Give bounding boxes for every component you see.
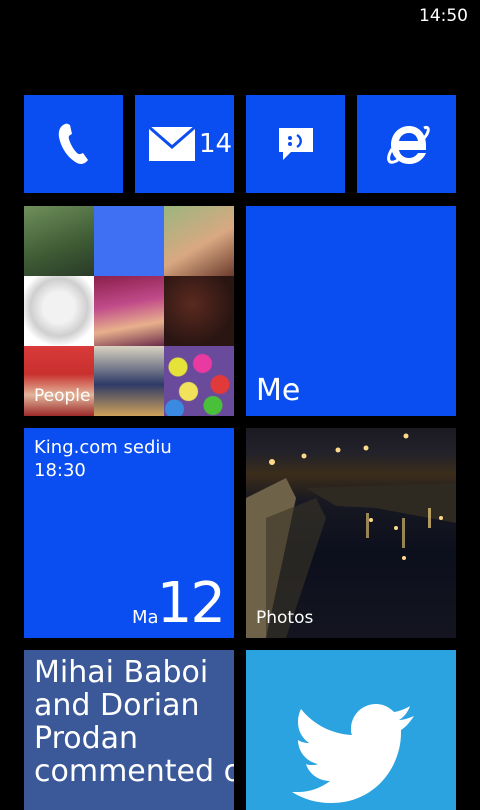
me-tile[interactable]: Me — [246, 206, 456, 416]
contact-photo — [164, 346, 234, 416]
contact-photo-empty — [94, 206, 164, 276]
mail-count-badge: 14 — [199, 129, 233, 159]
calendar-event-time: 18:30 — [34, 460, 86, 481]
contact-photo — [94, 346, 164, 416]
phone-tile[interactable] — [24, 95, 123, 193]
messaging-icon — [278, 128, 313, 160]
contact-photo — [94, 276, 164, 346]
calendar-event-title: King.com sediu — [34, 437, 172, 458]
contact-photo — [164, 206, 234, 276]
twitter-tile[interactable] — [246, 650, 456, 810]
people-tile-label: People — [34, 386, 91, 406]
contact-photo — [24, 276, 94, 346]
status-time: 14:50 — [419, 6, 468, 26]
mail-icon — [149, 127, 195, 161]
photos-tile-label: Photos — [256, 608, 314, 628]
internet-explorer-icon — [386, 125, 430, 164]
messaging-tile[interactable] — [246, 95, 345, 193]
social-notification-text: Mihai Baboi and Dorian Prodan commented … — [34, 655, 234, 789]
phone-icon — [58, 123, 88, 164]
photos-tile[interactable]: Photos — [246, 428, 456, 638]
calendar-date: 12 — [156, 571, 226, 636]
twitter-bird-icon — [292, 704, 414, 803]
mail-tile[interactable]: 14 — [135, 95, 234, 193]
calendar-tile[interactable]: King.com sediu 18:30 Ma 12 — [24, 428, 234, 638]
me-tile-label: Me — [256, 373, 301, 408]
calendar-day: Ma — [132, 607, 159, 628]
contact-photo — [164, 276, 234, 346]
photos-tile-image — [246, 433, 456, 638]
contact-photo — [24, 206, 94, 276]
social-notification-tile[interactable]: Mihai Baboi and Dorian Prodan commented … — [24, 650, 234, 810]
people-tile[interactable]: People — [24, 206, 234, 416]
internet-explorer-tile[interactable] — [357, 95, 456, 193]
